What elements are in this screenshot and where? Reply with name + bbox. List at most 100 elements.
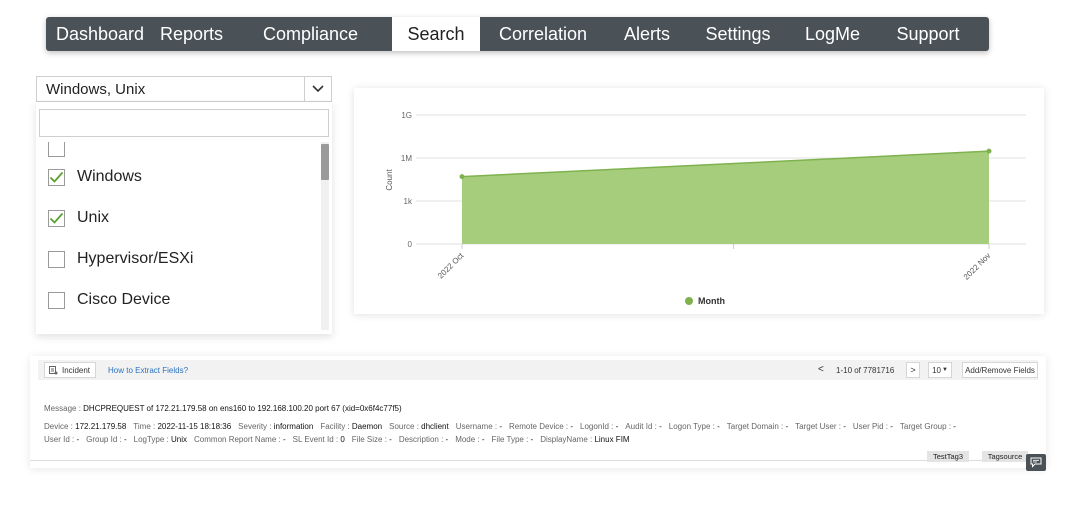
field-value[interactable]: - [659, 422, 662, 431]
field-value[interactable]: - [616, 422, 619, 431]
option-label: Windows [77, 168, 142, 185]
checkbox[interactable] [48, 250, 65, 268]
device-type-select[interactable]: Windows, Unix [36, 76, 332, 102]
chat-icon[interactable] [1026, 454, 1046, 471]
field-value[interactable]: - [446, 435, 449, 444]
page-size-value: 10 [932, 365, 941, 375]
log-results-panel: Incident How to Extract Fields? < 1-10 o… [30, 356, 1046, 468]
checkmark-icon [49, 171, 64, 183]
log-field: DisplayName : Linux FIM [540, 435, 629, 444]
field-value[interactable]: 2022-11-15 18:18:36 [157, 422, 231, 431]
log-field: File Type : - [492, 435, 534, 444]
nav-tab-alerts[interactable]: Alerts [606, 17, 688, 51]
option-label: Hypervisor/ESXi [77, 250, 194, 267]
field-value[interactable]: - [499, 422, 502, 431]
caret-down-icon: ▼ [941, 367, 948, 373]
dropdown-scrollbar[interactable] [321, 142, 329, 330]
field-key: SL Event Id [292, 435, 334, 444]
field-separator: : [276, 435, 283, 444]
area-series-month [462, 151, 989, 244]
log-field: Time : 2022-11-15 18:18:36 [133, 422, 231, 431]
field-value[interactable]: - [482, 435, 485, 444]
legend-marker [685, 297, 693, 305]
dropdown-option-unix[interactable]: Unix [48, 206, 109, 230]
checkbox[interactable] [48, 291, 65, 309]
y-axis-label: Count [385, 169, 394, 191]
field-value[interactable]: - [76, 435, 79, 444]
nav-tab-support[interactable]: Support [877, 17, 979, 51]
log-field: Facility : Daemon [320, 422, 382, 431]
nav-tab-reports[interactable]: Reports [154, 17, 229, 51]
field-value[interactable]: - [843, 422, 846, 431]
log-field: Target Domain : - [727, 422, 788, 431]
nav-tab-dashboard[interactable]: Dashboard [46, 17, 154, 51]
x-tick-label: 2022 Oct [436, 251, 466, 281]
field-value[interactable]: - [389, 435, 392, 444]
nav-tab-search[interactable]: Search [392, 17, 480, 51]
field-separator: : [267, 422, 274, 431]
chevron-down-icon[interactable] [304, 77, 331, 101]
field-separator: : [117, 435, 124, 444]
add-remove-fields-button[interactable]: Add/Remove Fields [962, 362, 1038, 378]
nav-tab-correlation[interactable]: Correlation [480, 17, 606, 51]
log-field: Source : dhclient [389, 422, 449, 431]
page-size-select[interactable]: 10 ▼ [928, 362, 952, 378]
field-value[interactable]: - [283, 435, 286, 444]
device-type-dropdown-panel: Windows Unix Hypervisor/ESXi Cisco Devic… [36, 102, 332, 334]
field-key: Facility [320, 422, 346, 431]
field-value[interactable]: - [953, 422, 956, 431]
dropdown-search-input[interactable] [39, 109, 329, 137]
y-tick-label: 1k [404, 197, 413, 206]
field-value[interactable]: - [570, 422, 573, 431]
log-field: SL Event Id : 0 [293, 435, 345, 444]
field-value[interactable]: - [890, 422, 893, 431]
log-fields-row-2: User Id : - Group Id : - LogType : Unix Com… [44, 435, 630, 444]
pager-range: 1-10 of 7781716 [836, 366, 895, 375]
nav-tab-compliance[interactable]: Compliance [229, 17, 392, 51]
log-field: User Id : - [44, 435, 79, 444]
pager-prev-button[interactable]: < [818, 364, 824, 375]
select-value: Windows, Unix [46, 81, 146, 98]
checkbox-checked[interactable] [48, 168, 65, 186]
field-value[interactable]: information [274, 422, 314, 431]
field-key: LogType [133, 435, 165, 444]
field-value[interactable]: 0 [340, 435, 344, 444]
dropdown-option-partial [48, 142, 77, 160]
x-tick-label: 2022 Nov [962, 251, 993, 282]
field-value[interactable]: Unix [171, 435, 187, 444]
tag-badge[interactable]: TestTag3 [927, 451, 969, 462]
field-value[interactable]: - [785, 422, 788, 431]
field-value[interactable]: - [124, 435, 127, 444]
scrollbar-thumb[interactable] [321, 144, 329, 180]
tag-badge[interactable]: Tagsource [982, 451, 1028, 462]
field-key: File Type [491, 435, 524, 444]
extract-fields-link[interactable]: How to Extract Fields? [108, 366, 188, 375]
field-separator: : [523, 435, 531, 444]
field-value[interactable]: 172.21.179.58 [75, 422, 126, 431]
results-toolbar: Incident How to Extract Fields? < 1-10 o… [38, 360, 1038, 380]
log-field: Description : - [399, 435, 448, 444]
field-value[interactable]: - [531, 435, 534, 444]
dropdown-option-hypervisor[interactable]: Hypervisor/ESXi [48, 247, 193, 271]
field-key: User Id [44, 435, 70, 444]
dropdown-option-cisco-device[interactable]: Cisco Device [48, 288, 170, 312]
field-value[interactable]: - [717, 422, 720, 431]
message-value: DHCPREQUEST of 172.21.179.58 on ens160 t… [83, 404, 402, 413]
log-field: Target User : - [795, 422, 846, 431]
field-key: Mode [455, 435, 476, 444]
data-point [986, 148, 992, 154]
dropdown-option-windows[interactable]: Windows [48, 165, 142, 189]
nav-tab-logme[interactable]: LogMe [788, 17, 877, 51]
incident-button[interactable]: Incident [44, 362, 97, 378]
log-message-line: Message : DHCPREQUEST of 172.21.179.58 o… [44, 404, 402, 413]
field-value[interactable]: Linux FIM [594, 435, 629, 444]
field-value[interactable]: Daemon [352, 422, 382, 431]
field-value[interactable]: dhclient [421, 422, 449, 431]
log-field: Group Id : - [86, 435, 126, 444]
log-field: Username : - [456, 422, 502, 431]
chart-legend[interactable]: Month [685, 296, 725, 306]
nav-tab-settings[interactable]: Settings [688, 17, 788, 51]
pager-next-button[interactable]: > [906, 362, 920, 378]
checkbox-checked[interactable] [48, 209, 65, 227]
log-field: Severity : information [238, 422, 313, 431]
